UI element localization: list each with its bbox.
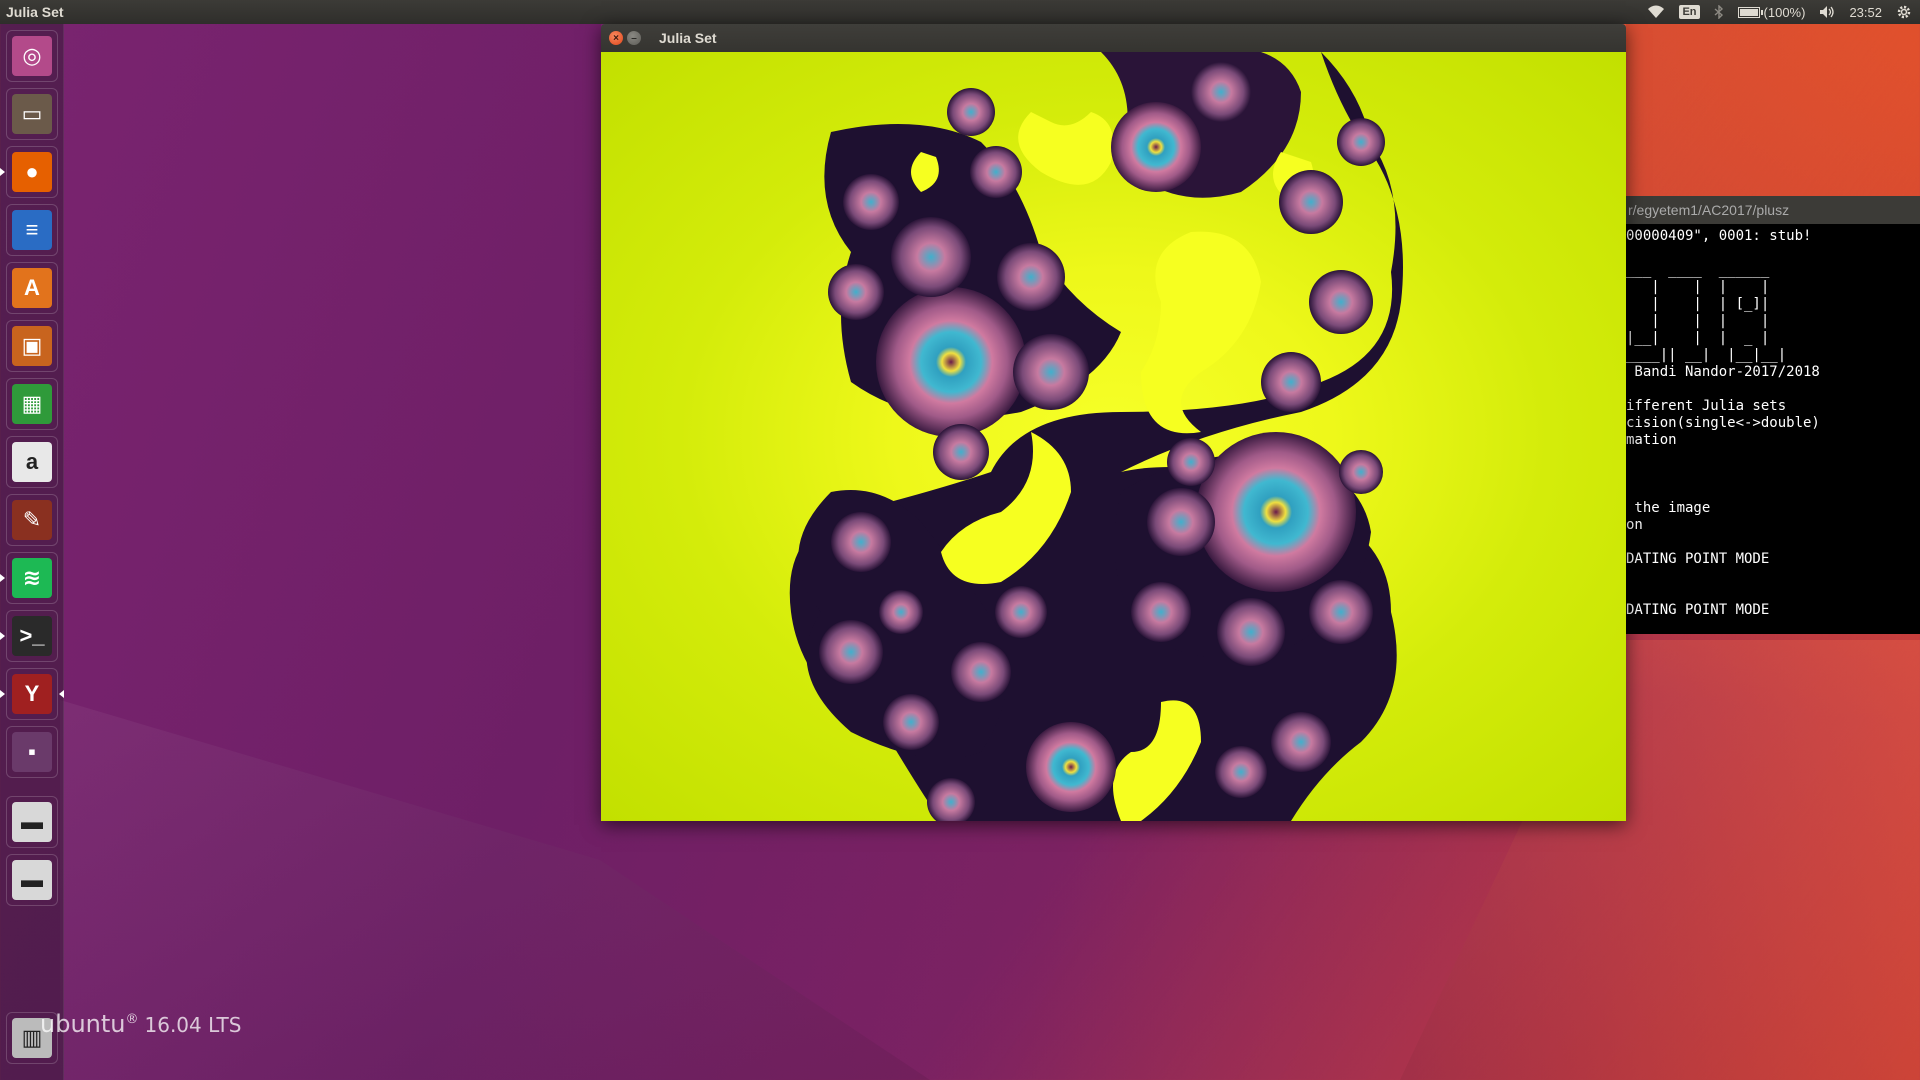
running-indicator [0, 168, 5, 176]
terminal-icon: >_ [12, 616, 52, 656]
launcher-drive-2[interactable]: ▬ [6, 854, 58, 906]
launcher-spotify[interactable]: ≋ [6, 552, 58, 604]
launcher-amazon[interactable]: a [6, 436, 58, 488]
file-manager-icon: ▭ [12, 94, 52, 134]
bluetooth-icon[interactable] [1714, 5, 1724, 19]
drive-icon: ▬ [12, 802, 52, 842]
drive-icon: ▬ [12, 860, 52, 900]
julia-fractal-image [789, 52, 1403, 821]
launcher-ubuntu-software[interactable]: A [6, 262, 58, 314]
writer-icon: ≡ [12, 210, 52, 250]
terminal-line: DATING POINT MODE [1626, 602, 1770, 618]
battery-icon [1737, 6, 1763, 18]
keyboard-language-indicator[interactable]: En [1679, 5, 1700, 19]
running-indicator [0, 690, 5, 698]
registered-mark: ® [125, 1012, 139, 1027]
ubuntu-logo-icon: ◎ [12, 36, 52, 76]
active-app-title: Julia Set [6, 4, 64, 20]
terminal-title[interactable]: r/egyetem1/AC2017/plusz [1626, 196, 1920, 224]
launcher-libreoffice-impress[interactable]: ▣ [6, 320, 58, 372]
active-indicator [59, 690, 64, 698]
terminal-line: ____|| __| |__|__| [1626, 347, 1787, 363]
launcher-libreoffice-calc[interactable]: ▦ [6, 378, 58, 430]
terminal-output[interactable]: 00000409", 0001: stub! ___ ____ ______ | … [1626, 224, 1920, 619]
indicator-area: En (100%) 23:52 [1647, 4, 1920, 20]
launcher-firefox[interactable]: ● [6, 146, 58, 198]
launcher-workspace-switcher[interactable]: ▪ [6, 726, 58, 778]
close-button[interactable]: × [609, 31, 623, 45]
terminal-window[interactable]: r/egyetem1/AC2017/plusz 00000409", 0001:… [1626, 196, 1920, 634]
unity-launcher: ◎ ▭ ● ≡ A ▣ ▦ a ✎ ≋ >_ Y ▪ ▬ ▬ ▥ [0, 24, 64, 1080]
terminal-line: | | | [_]| [1626, 296, 1770, 312]
amazon-icon: a [12, 442, 52, 482]
settings-gear-icon[interactable] [1896, 4, 1912, 20]
terminal-line: on [1626, 517, 1643, 533]
top-panel: Julia Set En (100%) 23:52 [0, 0, 1920, 24]
terminal-line: cision(single<->double) [1626, 415, 1820, 431]
battery-indicator[interactable]: (100%) [1737, 4, 1806, 20]
terminal-line: Bandi Nandor-2017/2018 [1626, 364, 1820, 380]
window-title: Julia Set [659, 30, 717, 46]
terminal-line: | | | | [1626, 279, 1770, 295]
terminal-line: 00000409", 0001: stub! [1626, 228, 1812, 244]
clock[interactable]: 23:52 [1849, 5, 1882, 20]
terminal-line: |__| | | _ | [1626, 330, 1770, 346]
wifi-icon[interactable] [1647, 5, 1665, 19]
launcher-wine[interactable]: Y [6, 668, 58, 720]
terminal-line: mation [1626, 432, 1677, 448]
ubuntu-brand: ubuntu [40, 1010, 126, 1038]
ubuntu-version: 16.04 LTS [144, 1013, 242, 1037]
launcher-libreoffice-writer[interactable]: ≡ [6, 204, 58, 256]
minimize-icon: – [631, 32, 637, 44]
running-indicator [0, 632, 5, 640]
launcher-system-settings[interactable]: ✎ [6, 494, 58, 546]
battery-percentage: (100%) [1763, 4, 1806, 20]
workspace-switcher-icon: ▪ [12, 732, 52, 772]
impress-icon: ▣ [12, 326, 52, 366]
fractal-canvas[interactable] [601, 52, 1626, 821]
close-icon: × [613, 32, 619, 44]
spotify-icon: ≋ [12, 558, 52, 598]
julia-set-window[interactable]: × – Julia Set [601, 24, 1626, 821]
terminal-line: | | | | [1626, 313, 1770, 329]
firefox-icon: ● [12, 152, 52, 192]
terminal-line: DATING POINT MODE [1626, 551, 1770, 567]
running-indicator [0, 574, 5, 582]
window-titlebar[interactable]: × – Julia Set [601, 24, 1626, 52]
minimize-button[interactable]: – [627, 31, 641, 45]
system-settings-icon: ✎ [12, 500, 52, 540]
wine-glass-icon: Y [12, 674, 52, 714]
terminal-line: ___ ____ ______ [1626, 262, 1770, 278]
calc-icon: ▦ [12, 384, 52, 424]
terminal-line: the image [1626, 500, 1711, 516]
volume-icon[interactable] [1819, 5, 1835, 19]
software-center-icon: A [12, 268, 52, 308]
terminal-line: ifferent Julia sets [1626, 398, 1787, 414]
launcher-drive-1[interactable]: ▬ [6, 796, 58, 848]
launcher-terminal[interactable]: >_ [6, 610, 58, 662]
launcher-files[interactable]: ▭ [6, 88, 58, 140]
launcher-ubuntu-dash[interactable]: ◎ [6, 30, 58, 82]
ubuntu-version-watermark: ubuntu® 16.04 LTS [40, 1010, 241, 1038]
